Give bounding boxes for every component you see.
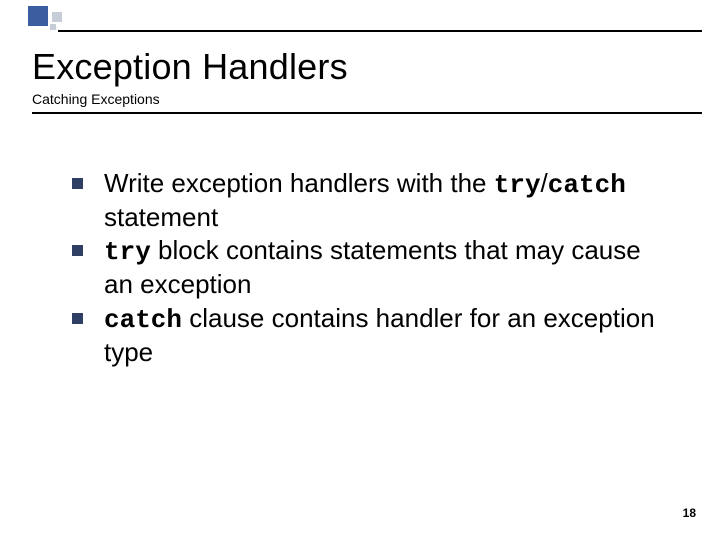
list-item: try block contains statements that may c… <box>72 235 660 300</box>
slide-subtitle: Catching Exceptions <box>32 91 160 107</box>
list-item: catch clause contains handler for an exc… <box>72 303 660 368</box>
deco-square-large <box>28 6 48 26</box>
bullet-square-icon <box>72 245 83 256</box>
page-number: 18 <box>683 506 696 520</box>
bullet-list: Write exception handlers with the try/ca… <box>72 168 660 368</box>
code-snippet: catch <box>104 305 182 335</box>
code-snippet: catch <box>548 170 626 200</box>
code-separator: / <box>541 168 548 198</box>
subtitle-rule <box>32 112 702 114</box>
bullet-text-post: statement <box>104 202 218 232</box>
slide-body: Write exception handlers with the try/ca… <box>72 168 660 370</box>
list-item: Write exception handlers with the try/ca… <box>72 168 660 233</box>
deco-square-tiny <box>50 24 56 30</box>
bullet-text-post: block contains statements that may cause… <box>104 235 641 299</box>
slide: Exception Handlers Catching Exceptions W… <box>0 0 720 540</box>
bullet-square-icon <box>72 313 83 324</box>
code-snippet: try <box>494 170 541 200</box>
bullet-text-pre: Write exception handlers with the <box>104 168 494 198</box>
slide-title: Exception Handlers <box>32 46 348 88</box>
deco-square-small <box>52 12 62 22</box>
bullet-square-icon <box>72 178 83 189</box>
bullet-text-post: clause contains handler for an exception… <box>104 303 655 367</box>
code-snippet: try <box>104 237 151 267</box>
top-rule <box>58 30 702 32</box>
